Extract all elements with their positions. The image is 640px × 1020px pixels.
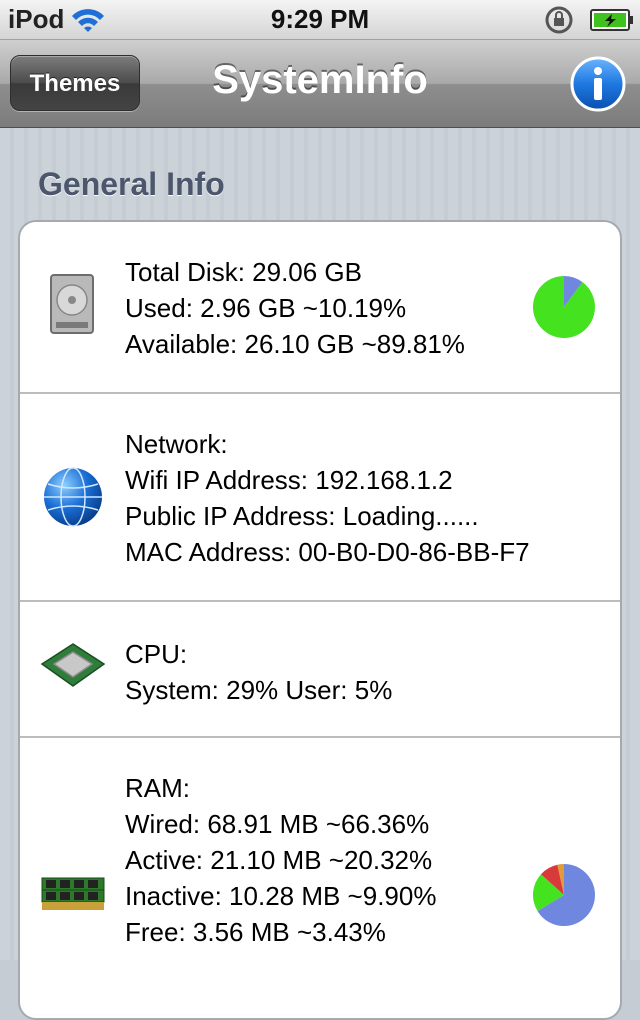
cpu-chip-icon xyxy=(40,643,106,687)
info-icon[interactable] xyxy=(570,56,626,112)
ram-free-text: Free: 3.56 MB ~3.43% xyxy=(125,917,386,947)
ram-active-text: Active: 21.10 MB ~20.32% xyxy=(125,845,433,875)
battery-icon xyxy=(590,9,633,31)
navigation-bar: Themes SystemInfo xyxy=(0,40,640,128)
ram-module-icon xyxy=(41,877,105,910)
page-title: SystemInfo xyxy=(212,58,428,102)
public-ip-text: Public IP Address: Loading...... xyxy=(125,501,479,531)
cpu-usage-text: System: 29% User: 5% xyxy=(125,675,393,705)
ram-usage-pie-chart xyxy=(533,864,595,926)
cpu-info-text: CPU: System: 29% User: 5% xyxy=(125,636,392,708)
disk-total-text: Total Disk: 29.06 GB xyxy=(125,257,362,287)
status-bar: iPod 9:29 PM xyxy=(0,0,640,40)
section-title: General Info xyxy=(38,166,225,202)
disk-cell[interactable]: Total Disk: 29.06 GB Used: 2.96 GB ~10.1… xyxy=(20,222,620,394)
ram-wired-text: Wired: 68.91 MB ~66.36% xyxy=(125,809,430,839)
globe-icon xyxy=(44,467,102,527)
ram-info-text: RAM: Wired: 68.91 MB ~66.36% Active: 21.… xyxy=(125,770,436,950)
network-cell[interactable]: Network: Wifi IP Address: 192.168.1.2 Pu… xyxy=(20,394,620,602)
themes-button[interactable]: Themes xyxy=(10,55,140,111)
ram-inactive-text: Inactive: 10.28 MB ~9.90% xyxy=(125,881,437,911)
cpu-heading: CPU: xyxy=(125,639,188,669)
content-area: General Info Total Disk: 29.06 GB Used: … xyxy=(0,128,640,1020)
wifi-ip-text: Wifi IP Address: 192.168.1.2 xyxy=(125,465,453,495)
ram-heading: RAM: xyxy=(125,773,190,803)
rotation-lock-icon xyxy=(545,6,573,34)
disk-available-text: Available: 26.10 GB ~89.81% xyxy=(125,329,465,359)
disk-pie-slice-available xyxy=(533,276,595,338)
disk-used-text: Used: 2.96 GB ~10.19% xyxy=(125,293,407,323)
network-heading: Network: xyxy=(125,429,228,459)
mac-address-text: MAC Address: 00-B0-D0-86-BB-F7 xyxy=(125,537,530,567)
disk-usage-pie-chart xyxy=(533,276,595,338)
network-info-text: Network: Wifi IP Address: 192.168.1.2 Pu… xyxy=(125,426,530,570)
cpu-cell[interactable]: CPU: System: 29% User: 5% xyxy=(20,602,620,738)
ram-cell[interactable]: RAM: Wired: 68.91 MB ~66.36% Active: 21.… xyxy=(20,738,620,1018)
hard-drive-icon xyxy=(50,274,94,334)
disk-info-text: Total Disk: 29.06 GB Used: 2.96 GB ~10.1… xyxy=(125,254,465,362)
info-group: Total Disk: 29.06 GB Used: 2.96 GB ~10.1… xyxy=(18,220,622,1020)
